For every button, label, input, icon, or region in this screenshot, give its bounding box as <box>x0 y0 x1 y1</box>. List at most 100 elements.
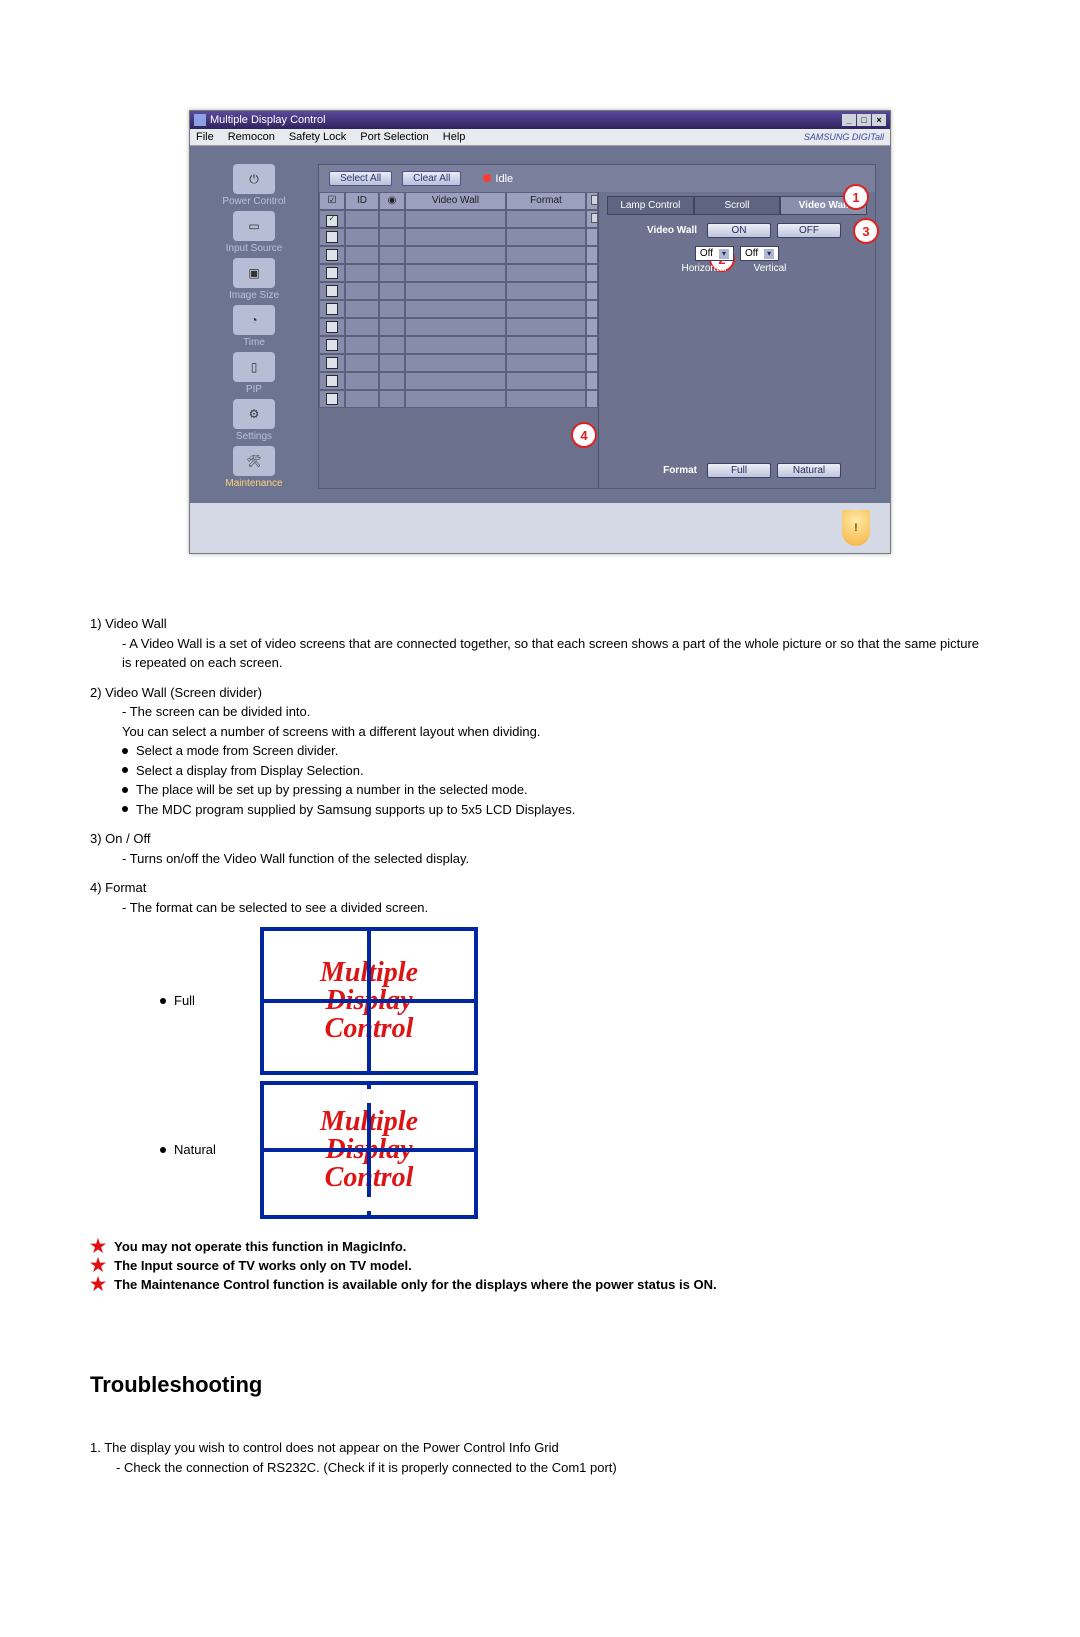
row-checkbox[interactable] <box>326 393 338 405</box>
mdc-window: Multiple Display Control _ □ × File Remo… <box>189 110 891 554</box>
sidebar-item-time[interactable]: ◔Time <box>204 305 304 348</box>
sidebar-item-power[interactable]: ⏻Power Control <box>204 164 304 207</box>
maintenance-icon: 🛠 <box>233 446 275 476</box>
sidebar-item-maintenance[interactable]: 🛠Maintenance <box>204 446 304 489</box>
ts-item-1: 1. The display you wish to control does … <box>90 1438 990 1458</box>
notes: ★You may not operate this function in Ma… <box>90 1239 990 1292</box>
grid-row[interactable] <box>319 336 598 354</box>
minimize-button[interactable]: _ <box>842 114 856 126</box>
grid-row[interactable] <box>319 210 598 228</box>
close-button[interactable]: × <box>872 114 886 126</box>
vertical-dropdown[interactable]: Off▾ <box>740 246 779 261</box>
off-button[interactable]: OFF <box>777 223 841 238</box>
preview-natural-label: Natural <box>174 1142 216 1157</box>
col-videowall: Video Wall <box>405 192 506 210</box>
row-checkbox[interactable] <box>326 357 338 369</box>
main-toolbar: Select All Clear All Idle <box>319 165 875 192</box>
col-id: ID <box>345 192 379 210</box>
on-button[interactable]: ON <box>707 223 771 238</box>
maximize-button[interactable]: □ <box>857 114 871 126</box>
right-panel: 1 2 3 4 Lamp Control Scroll Video Wall V… <box>599 192 875 488</box>
sidebar-item-pip[interactable]: ▯PIP <box>204 352 304 395</box>
row-checkbox[interactable] <box>326 339 338 351</box>
item3-title: 3) On / Off <box>90 831 150 846</box>
menu-remocon[interactable]: Remocon <box>228 131 275 143</box>
callout-4: 4 <box>571 422 597 448</box>
preview-natural-image: Multiple Display Control <box>260 1081 478 1219</box>
item1-line: - A Video Wall is a set of video screens… <box>122 634 990 673</box>
row-checkbox[interactable] <box>326 231 338 243</box>
item4-a: - The format can be selected to see a di… <box>122 898 990 918</box>
row-checkbox[interactable] <box>326 285 338 297</box>
item2-b: You can select a number of screens with … <box>122 722 990 742</box>
grid-row[interactable] <box>319 390 598 408</box>
col-check: ☑ <box>319 192 345 210</box>
callout-1: 1 <box>843 184 869 210</box>
item1-title: 1) Video Wall <box>90 616 167 631</box>
menu-safety[interactable]: Safety Lock <box>289 131 346 143</box>
item3-a: - Turns on/off the Video Wall function o… <box>122 849 990 869</box>
grid-row[interactable] <box>319 282 598 300</box>
scroll-down[interactable] <box>586 210 598 228</box>
section-title: Troubleshooting <box>90 1372 990 1398</box>
idle-dot-icon <box>483 174 491 182</box>
sidebar-item-image[interactable]: ▣Image Size <box>204 258 304 301</box>
grid-row[interactable] <box>319 264 598 282</box>
pip-icon: ▯ <box>233 352 275 382</box>
titlebar: Multiple Display Control _ □ × <box>190 111 890 129</box>
bullet-icon <box>122 748 128 754</box>
preview-full-label: Full <box>174 993 195 1008</box>
clear-all-button[interactable]: Clear All <box>402 171 461 186</box>
select-all-button[interactable]: Select All <box>329 171 392 186</box>
settings-icon: ⚙ <box>233 399 275 429</box>
sidebar-item-settings[interactable]: ⚙Settings <box>204 399 304 442</box>
natural-button[interactable]: Natural <box>777 463 841 478</box>
row-checkbox[interactable] <box>326 215 338 227</box>
grid-row[interactable] <box>319 228 598 246</box>
full-button[interactable]: Full <box>707 463 771 478</box>
vertical-label: Vertical <box>740 263 800 274</box>
menu-help[interactable]: Help <box>443 131 466 143</box>
horizontal-label: Horizontal <box>674 263 734 274</box>
time-icon: ◔ <box>233 305 275 335</box>
scroll-up[interactable] <box>586 192 598 210</box>
item4-title: 4) Format <box>90 880 146 895</box>
app-icon <box>194 114 206 126</box>
preview-full: Full Multiple Display Control <box>160 927 990 1075</box>
row-checkbox[interactable] <box>326 249 338 261</box>
row-checkbox[interactable] <box>326 321 338 333</box>
grid-row[interactable] <box>319 372 598 390</box>
grid-row[interactable] <box>319 354 598 372</box>
sidebar: ⏻Power Control ▭Input Source ▣Image Size… <box>204 164 304 489</box>
star-icon: ★ <box>90 1277 106 1292</box>
row-checkbox[interactable] <box>326 375 338 387</box>
item2-c: Select a mode from Screen divider. <box>122 741 990 761</box>
grid-row[interactable] <box>319 246 598 264</box>
bullet-icon <box>122 787 128 793</box>
grid-header: ☑ ID ◉ Video Wall Format <box>319 192 598 210</box>
display-grid: ☑ ID ◉ Video Wall Format <box>319 192 599 488</box>
ts-item-1a: - Check the connection of RS232C. (Check… <box>116 1458 990 1478</box>
menu-port[interactable]: Port Selection <box>360 131 428 143</box>
menu-file[interactable]: File <box>196 131 214 143</box>
row-checkbox[interactable] <box>326 303 338 315</box>
tab-lamp[interactable]: Lamp Control <box>607 196 694 215</box>
window-buttons: _ □ × <box>842 114 886 126</box>
horizontal-dropdown[interactable]: Off▾ <box>695 246 734 261</box>
main-area: Select All Clear All Idle ☑ ID ◉ Video W… <box>318 164 876 489</box>
grid-row[interactable] <box>319 318 598 336</box>
grid-row[interactable] <box>319 300 598 318</box>
item2-f: The MDC program supplied by Samsung supp… <box>122 800 990 820</box>
videowall-label: Video Wall <box>633 225 697 236</box>
note-2: ★The Input source of TV works only on TV… <box>90 1258 990 1273</box>
note-3: ★The Maintenance Control function is ava… <box>90 1277 990 1292</box>
star-icon: ★ <box>90 1258 106 1273</box>
format-label: Format <box>633 465 697 476</box>
brand-label: SAMSUNG DIGITall <box>804 132 884 142</box>
tab-scroll[interactable]: Scroll <box>694 196 781 215</box>
sidebar-item-input[interactable]: ▭Input Source <box>204 211 304 254</box>
window-title: Multiple Display Control <box>210 111 326 129</box>
note-1: ★You may not operate this function in Ma… <box>90 1239 990 1254</box>
explanations: 1) Video Wall - A Video Wall is a set of… <box>90 614 990 1219</box>
row-checkbox[interactable] <box>326 267 338 279</box>
